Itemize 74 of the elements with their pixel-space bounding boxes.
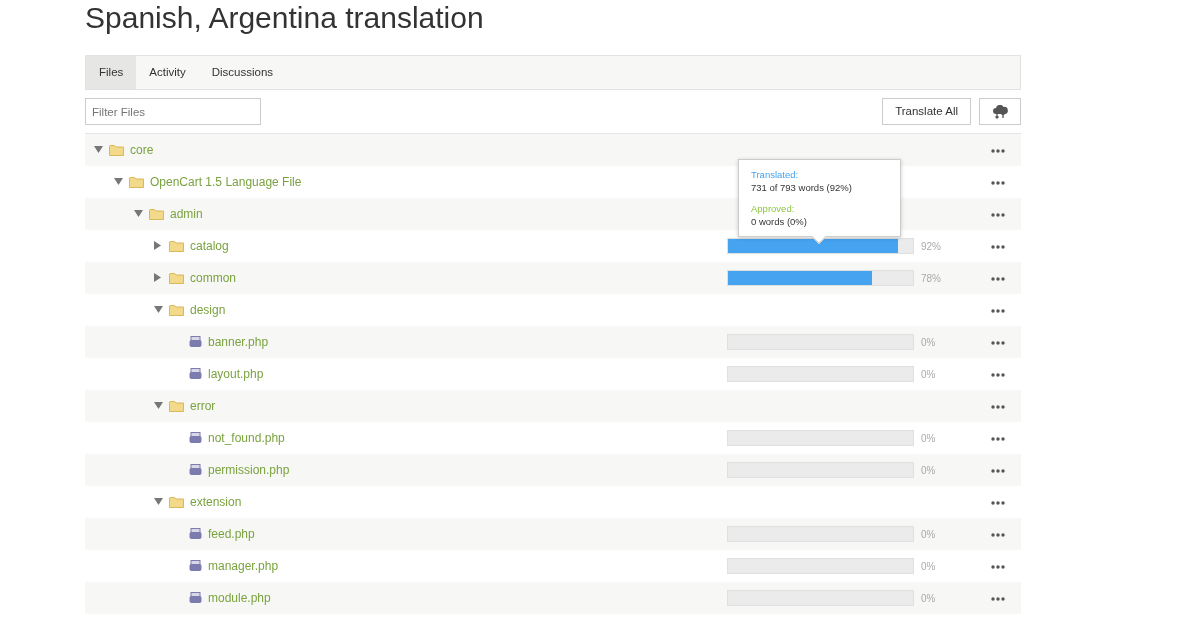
folder-icon [109, 143, 124, 157]
php-file-icon [189, 591, 202, 605]
folder-icon [169, 495, 184, 509]
php-file-icon [189, 431, 202, 445]
filter-field[interactable]: Filter Files [85, 98, 261, 125]
collapse-arrow-icon[interactable] [113, 177, 123, 186]
more-options-icon[interactable] [991, 340, 1005, 345]
folder-link[interactable]: core [130, 141, 154, 159]
percent-text: 0% [920, 335, 937, 350]
folder-icon [169, 271, 184, 285]
php-file-icon [189, 559, 202, 573]
percent-text: 78% [920, 271, 942, 286]
percent-text: 0% [920, 431, 937, 446]
file-link[interactable]: permission.php [208, 461, 290, 479]
more-options-icon[interactable] [991, 180, 1005, 185]
folder-icon [169, 239, 184, 253]
more-options-icon[interactable] [991, 404, 1005, 409]
folder-icon [129, 175, 144, 189]
php-file-icon [189, 463, 202, 477]
page-title: Spanish, Argentina translation [85, 0, 485, 36]
more-options-icon[interactable] [991, 276, 1005, 281]
tab[interactable]: Files [86, 56, 137, 89]
translated-value: 731 of 793 words (92%) [751, 181, 853, 194]
tab[interactable]: Activity [136, 56, 199, 89]
more-options-icon[interactable] [991, 148, 1005, 153]
file-link[interactable]: module.php [208, 589, 271, 607]
folder-link[interactable]: admin [170, 205, 203, 223]
more-options-icon[interactable] [991, 564, 1005, 569]
collapse-arrow-icon[interactable] [153, 305, 163, 314]
tab[interactable]: Discussions [198, 56, 287, 89]
folder-link[interactable]: extension [190, 493, 242, 511]
folder-icon [149, 207, 164, 221]
more-options-icon[interactable] [991, 436, 1005, 441]
percent-text: 92% [920, 239, 942, 254]
expand-arrow-icon[interactable] [154, 241, 162, 251]
more-options-icon[interactable] [991, 596, 1005, 601]
file-link[interactable]: layout.php [208, 365, 264, 383]
folder-link[interactable]: OpenCart 1.5 Language File [150, 173, 302, 191]
php-file-icon [189, 335, 202, 349]
collapse-arrow-icon[interactable] [153, 497, 163, 506]
translated-label: Translated: [751, 168, 800, 181]
more-options-icon[interactable] [991, 308, 1005, 313]
folder-link[interactable]: error [190, 397, 216, 415]
approved-value: 0 words (0%) [751, 215, 808, 228]
cloud-upload-download-icon [992, 104, 1008, 119]
php-file-icon [189, 367, 202, 381]
folder-link[interactable]: catalog [190, 237, 229, 255]
collapse-arrow-icon[interactable] [153, 401, 163, 410]
expand-arrow-icon[interactable] [154, 273, 162, 283]
more-options-icon[interactable] [991, 500, 1005, 505]
folder-icon [169, 303, 184, 317]
more-options-icon[interactable] [991, 532, 1005, 537]
percent-text: 0% [920, 559, 937, 574]
percent-text: 0% [920, 527, 937, 542]
file-link[interactable]: not_found.php [208, 429, 285, 447]
folder-link[interactable]: design [190, 301, 226, 319]
file-link[interactable]: feed.php [208, 525, 255, 543]
cloud-button[interactable] [979, 98, 1021, 125]
translate-all-button[interactable]: Translate All [882, 98, 971, 125]
approved-label: Approved: [751, 202, 796, 215]
folder-link[interactable]: common [190, 269, 236, 287]
percent-text: 0% [920, 463, 937, 478]
more-options-icon[interactable] [991, 212, 1005, 217]
collapse-arrow-icon[interactable] [93, 145, 103, 154]
percent-text: 0% [920, 367, 937, 382]
more-options-icon[interactable] [991, 468, 1005, 473]
file-link[interactable]: manager.php [208, 557, 279, 575]
collapse-arrow-icon[interactable] [133, 209, 143, 218]
php-file-icon [189, 527, 202, 541]
file-link[interactable]: banner.php [208, 333, 269, 351]
more-options-icon[interactable] [991, 372, 1005, 377]
percent-text: 0% [920, 591, 937, 606]
more-options-icon[interactable] [991, 244, 1005, 249]
folder-icon [169, 399, 184, 413]
